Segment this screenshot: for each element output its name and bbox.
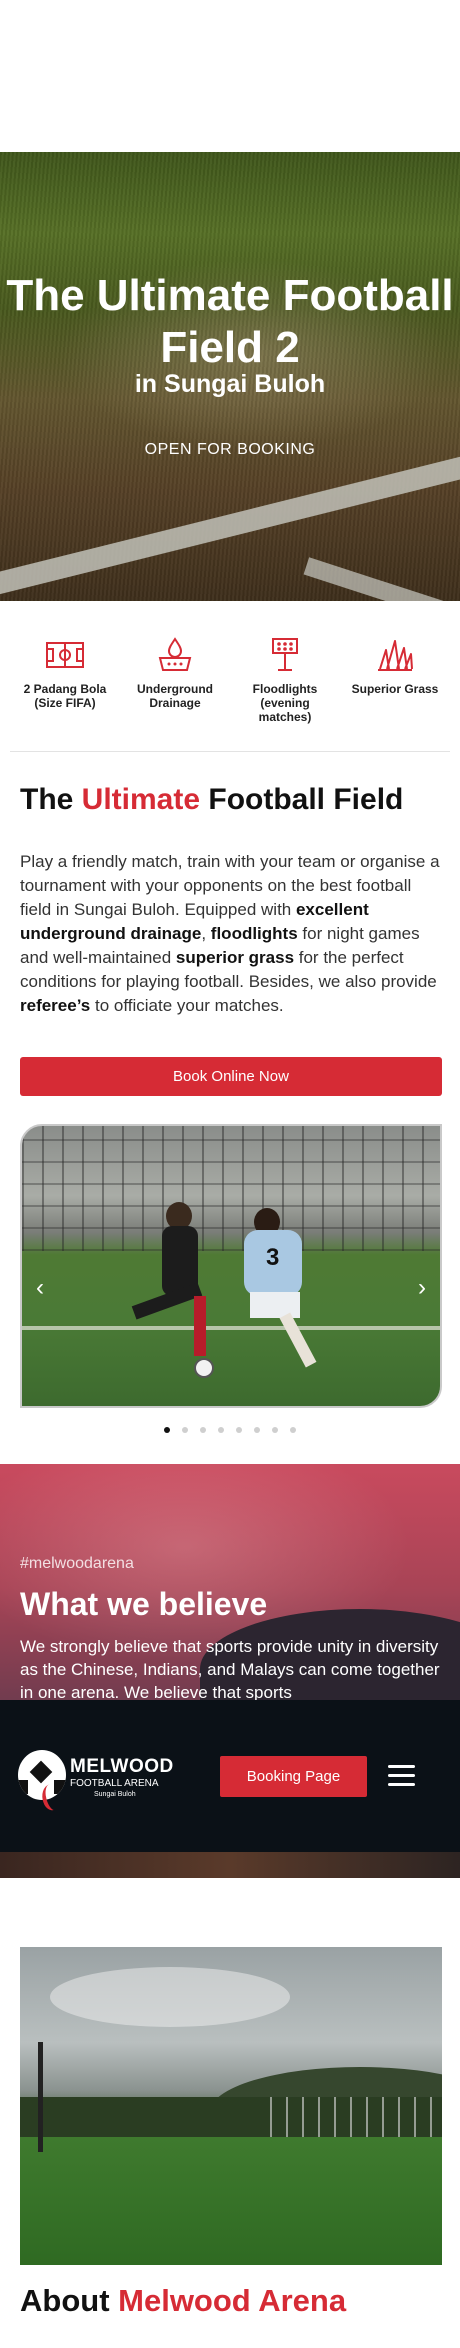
logo-location: Sungai Buloh xyxy=(94,1791,136,1798)
booking-page-button[interactable]: Booking Page xyxy=(220,1756,367,1797)
cloud xyxy=(50,1967,290,2027)
description-text: , xyxy=(201,924,211,943)
carousel-dot[interactable] xyxy=(182,1427,188,1433)
logo-name: MELWOOD xyxy=(70,1756,174,1777)
arena-photo xyxy=(20,1947,442,2265)
football-pitch-icon xyxy=(46,642,84,668)
carousel-dot[interactable] xyxy=(272,1427,278,1433)
about-arena-title: About Melwood Arena xyxy=(20,2283,346,2319)
carousel-dot[interactable] xyxy=(200,1427,206,1433)
title-highlight: Melwood Arena xyxy=(118,2283,347,2318)
hero-tagline: OPEN FOR BOOKING xyxy=(144,441,316,458)
highlight-floodlights: floodlights xyxy=(210,924,298,943)
feature-label: 2 Padang Bola (Size FIFA) xyxy=(23,682,107,710)
drainage-icon xyxy=(158,637,192,671)
highlight-referee: referee’s xyxy=(20,996,91,1015)
carousel-dot[interactable] xyxy=(236,1427,242,1433)
feature-label: Superior Grass xyxy=(351,682,439,696)
section-divider xyxy=(10,751,450,752)
carousel-dot[interactable] xyxy=(254,1427,260,1433)
title-text: The xyxy=(20,783,82,816)
highlight-grass: superior grass xyxy=(175,948,295,967)
hero-title: The Ultimate Football Field 2 xyxy=(6,271,454,372)
features-row: 2 Padang Bola (Size FIFA) Underground Dr… xyxy=(0,636,460,728)
feature-label: Underground Drainage xyxy=(137,682,213,710)
hamburger-icon[interactable] xyxy=(388,1765,415,1787)
page: The Ultimate Football Field 2 in Sungai … xyxy=(0,0,460,2348)
feature-grass: Superior Grass xyxy=(348,636,443,728)
title-text: Football Field xyxy=(200,783,404,816)
hero-banner: The Ultimate Football Field 2 in Sungai … xyxy=(0,152,460,601)
title-highlight: Ultimate xyxy=(81,783,201,816)
floodlight-pole xyxy=(38,2042,43,2152)
hero-subtitle: in Sungai Buloh xyxy=(134,370,326,398)
logo[interactable]: MELWOOD FOOTBALL ARENA Sungai Buloh xyxy=(18,1750,173,1813)
believe-text: We strongly believe that sports provide … xyxy=(20,1637,440,1702)
grass-icon xyxy=(378,640,413,671)
description-text: to officiate your matches. xyxy=(90,996,284,1015)
hashtag: #melwoodarena xyxy=(20,1555,134,1572)
player-sock xyxy=(194,1296,206,1356)
book-online-button[interactable]: Book Online Now xyxy=(20,1057,442,1096)
football xyxy=(194,1358,214,1378)
pitch xyxy=(20,2137,442,2265)
feature-drainage: Underground Drainage xyxy=(128,636,223,728)
logo-subtitle: FOOTBALL ARENA xyxy=(70,1778,159,1789)
chevron-left-icon[interactable]: ‹ xyxy=(30,1274,50,1302)
title-text: About xyxy=(20,2283,119,2318)
carousel-dot[interactable] xyxy=(290,1427,296,1433)
description-text: Play a friendly match, train with your t… xyxy=(20,852,440,919)
player-shorts xyxy=(250,1292,300,1318)
believe-title: What we believe xyxy=(20,1586,268,1622)
feature-floodlights: Floodlights (evening matches) xyxy=(238,636,333,728)
section-bottom-strip xyxy=(0,1852,460,1878)
pitch-line xyxy=(22,1326,440,1330)
fence xyxy=(22,1126,440,1251)
floodlight-icon xyxy=(272,638,298,671)
feature-label: Floodlights (evening matches) xyxy=(252,682,318,724)
carousel-dot[interactable] xyxy=(164,1427,170,1433)
carousel-dot[interactable] xyxy=(218,1427,224,1433)
photo-carousel[interactable]: 3 ‹ › xyxy=(20,1124,442,1408)
field-section-title: The Ultimate Football Field xyxy=(20,783,403,817)
feature-pitch: 2 Padang Bola (Size FIFA) xyxy=(18,636,113,728)
jersey-number: 3 xyxy=(266,1244,280,1271)
carousel-pagination xyxy=(0,1427,460,1433)
player-leg xyxy=(279,1312,317,1368)
chevron-right-icon[interactable]: › xyxy=(412,1274,432,1302)
field-description: Play a friendly match, train with your t… xyxy=(20,850,440,1018)
